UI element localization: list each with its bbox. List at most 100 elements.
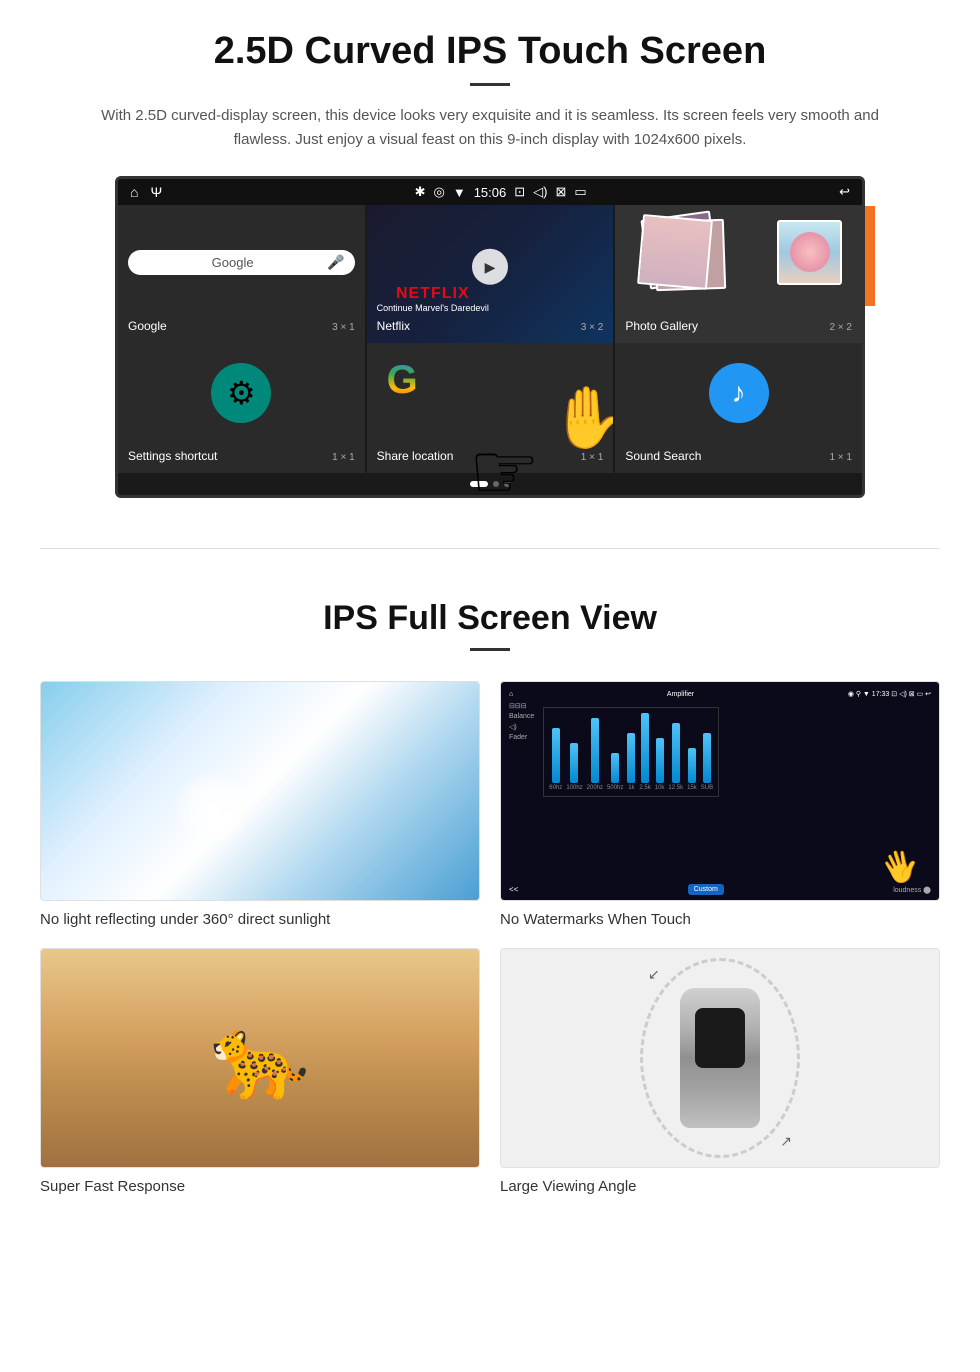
eq-bar	[611, 753, 619, 783]
eq-bar-500hz: 500hz	[607, 713, 623, 791]
eq-bar	[656, 738, 664, 783]
section-ips-full-screen: IPS Full Screen View No light reflecting…	[0, 579, 980, 1225]
netflix-subtitle: Continue Marvel's Daredevil	[377, 303, 489, 313]
car-oval: ↗ ↙	[640, 958, 800, 1158]
section1-title: 2.5D Curved IPS Touch Screen	[40, 30, 940, 73]
microphone-icon[interactable]: 🎤	[327, 254, 344, 271]
photo-app-label: Photo Gallery	[625, 319, 698, 333]
feature-card-response: 🐆 Super Fast Response	[40, 948, 480, 1195]
amp-back-btn: <<	[509, 885, 518, 894]
feature-img-watermarks: ⌂ Amplifier ◉ ⚲ ▼ 17:33 ⊡ ◁) ⊠ ▭ ↩ ⊟⊟⊟ B…	[500, 681, 940, 901]
photo-main	[777, 220, 842, 285]
feature-label-sunlight: No light reflecting under 360° direct su…	[40, 911, 480, 928]
amp-home: ⌂	[509, 691, 513, 698]
amp-screen: ⌂ Amplifier ◉ ⚲ ▼ 17:33 ⊡ ◁) ⊠ ▭ ↩ ⊟⊟⊟ B…	[501, 682, 939, 900]
feature-grid: No light reflecting under 360° direct su…	[40, 681, 940, 1195]
netflix-app-label: Netflix	[377, 319, 410, 333]
feature-label-watermarks: No Watermarks When Touch	[500, 911, 940, 928]
status-time: 15:06	[474, 185, 507, 200]
eq-bar	[641, 713, 649, 783]
settings-label-row: Settings shortcut 1 × 1	[128, 445, 355, 463]
car-arrow-right: ↗	[780, 1133, 792, 1150]
eq-bar	[672, 723, 680, 783]
photo-card-3	[637, 214, 713, 290]
sound-app-label: Sound Search	[625, 449, 701, 463]
dot-2[interactable]	[493, 481, 499, 487]
camera-icon: ⊡	[514, 184, 525, 200]
google-logo: Google	[138, 255, 327, 270]
amp-controls-left: ⊟⊟⊟ Balance ◁) Fader	[509, 702, 534, 797]
gear-icon: ⚙	[211, 363, 271, 423]
app-cell-netflix[interactable]: ▶ NETFLIX Continue Marvel's Daredevil Ne…	[367, 205, 614, 343]
feature-label-viewing-angle: Large Viewing Angle	[500, 1178, 940, 1195]
amp-footer: << Custom loudness ⬤	[509, 884, 931, 895]
photo-stack	[625, 215, 852, 305]
amp-title: Amplifier	[667, 691, 694, 698]
custom-button[interactable]: Custom	[688, 884, 724, 895]
eq-bar	[591, 718, 599, 783]
music-note-icon: ♪	[709, 363, 769, 423]
eq-bar-15k: 15k	[687, 713, 697, 791]
sound-label-row: Sound Search 1 × 1	[625, 445, 852, 463]
eq-bar-12-5k: 12.5k	[668, 713, 683, 791]
car-arrow-left: ↙	[648, 966, 660, 983]
loudness-toggle[interactable]: loudness ⬤	[893, 886, 931, 894]
eq-bar	[552, 728, 560, 783]
app-cell-photo-gallery[interactable]: Photo Gallery 2 × 2	[615, 205, 862, 343]
eq-bar	[627, 733, 635, 783]
app-grid-row2: ⚙ Settings shortcut 1 × 1 G 🤚 Share loca…	[118, 343, 862, 473]
cheetah-background: 🐆	[41, 949, 479, 1167]
eq-bar-2-5k: 2.5k	[639, 713, 650, 791]
netflix-label-row: Netflix 3 × 2	[377, 315, 604, 333]
app-cell-google[interactable]: Google 🎤 Google 3 × 1	[118, 205, 365, 343]
eq-bar-sub: SUB	[701, 713, 713, 791]
car-top-view	[680, 988, 760, 1128]
app-grid-row1: Google 🎤 Google 3 × 1 ▶ NETFLIX Continue…	[118, 205, 862, 343]
dot-3[interactable]	[504, 481, 510, 487]
section2-underline	[470, 648, 510, 651]
netflix-app-size: 3 × 2	[581, 322, 604, 333]
feature-img-car: ↗ ↙	[500, 948, 940, 1168]
photo-app-size: 2 × 2	[829, 322, 852, 333]
sound-icon-wrap: ♪	[709, 363, 769, 423]
home-icon[interactable]: ⌂	[130, 184, 138, 200]
eq-bar-100hz: 100hz	[566, 713, 582, 791]
netflix-brand: NETFLIX Continue Marvel's Daredevil	[377, 285, 489, 313]
feature-card-sunlight: No light reflecting under 360° direct su…	[40, 681, 480, 928]
status-center: ✱ ◎ ▼ 15:06 ⊡ ◁) ⊠ ▭	[415, 184, 587, 200]
wifi-icon: ▼	[453, 185, 466, 200]
sky-background	[41, 682, 479, 900]
feature-img-cheetah: 🐆	[40, 948, 480, 1168]
dot-1[interactable]	[470, 481, 488, 487]
eq-bar-10k: 10k	[655, 713, 665, 791]
settings-app-size: 1 × 1	[332, 452, 355, 463]
hand-pointing-icon: 🤚	[549, 382, 614, 453]
section2-title: IPS Full Screen View	[40, 599, 940, 638]
google-app-size: 3 × 1	[332, 322, 355, 333]
eq-bar-200hz: 200hz	[587, 713, 603, 791]
app-cell-sound-search[interactable]: ♪ Sound Search 1 × 1	[615, 343, 862, 473]
settings-icon-wrap: ⚙	[211, 363, 271, 423]
amp-icons: ◉ ⚲ ▼ 17:33 ⊡ ◁) ⊠ ▭ ↩	[848, 690, 931, 698]
photo-label-row: Photo Gallery 2 × 2	[625, 315, 852, 333]
cheetah-emoji: 🐆	[210, 1011, 310, 1105]
amp-equalizer: 60hz 100hz 200hz	[543, 707, 719, 797]
pagination-dots	[118, 473, 862, 495]
sound-app-size: 1 × 1	[829, 452, 852, 463]
status-left: ⌂ Ψ	[130, 184, 162, 200]
device-container: Screen Size 9" ⌂ Ψ ✱ ◎ ▼ 15:06 ⊡ ◁) ⊠	[115, 176, 865, 498]
app-cell-settings[interactable]: ⚙ Settings shortcut 1 × 1	[118, 343, 365, 473]
settings-app-label: Settings shortcut	[128, 449, 217, 463]
back-icon[interactable]: ↩	[839, 184, 850, 200]
app-cell-share-location[interactable]: G 🤚 Share location 1 × 1	[367, 343, 614, 473]
section1-description: With 2.5D curved-display screen, this de…	[90, 104, 890, 152]
window-icon: ▭	[574, 184, 586, 200]
google-search-bar[interactable]: Google 🎤	[128, 250, 355, 275]
eq-bar	[570, 743, 578, 783]
netflix-play-button[interactable]: ▶	[472, 249, 508, 285]
eq-bar	[688, 748, 696, 783]
feature-img-sunlight	[40, 681, 480, 901]
location-icon: ◎	[433, 184, 444, 200]
eq-bar-60hz: 60hz	[549, 713, 562, 791]
device-screen: ⌂ Ψ ✱ ◎ ▼ 15:06 ⊡ ◁) ⊠ ▭ ↩	[115, 176, 865, 498]
